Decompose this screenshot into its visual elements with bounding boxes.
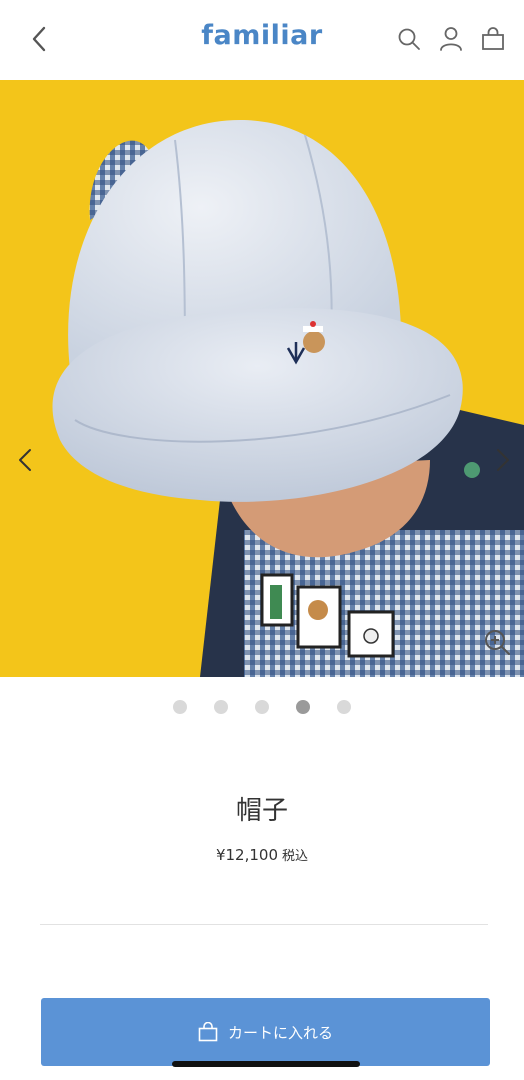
- cart-header-button[interactable]: [478, 24, 508, 54]
- divider: [40, 924, 488, 925]
- chevron-left-icon: [19, 449, 31, 471]
- header-actions: [394, 24, 508, 54]
- account-button[interactable]: [436, 24, 466, 54]
- pagination-dot[interactable]: [337, 700, 351, 714]
- pagination-dot[interactable]: [296, 700, 310, 714]
- zoom-in-icon: [485, 630, 510, 655]
- gallery-prev-button[interactable]: [10, 440, 40, 480]
- tax-label: 税込: [282, 849, 309, 864]
- product-photo: [0, 80, 524, 677]
- product-price: ¥12,100: [215, 846, 278, 864]
- home-indicator: [172, 1061, 360, 1067]
- add-to-cart-label: カートに入れる: [227, 1023, 333, 1042]
- app-header: familiar: [0, 0, 524, 80]
- search-button[interactable]: [394, 24, 424, 54]
- search-icon: [398, 28, 420, 50]
- zoom-button[interactable]: [480, 625, 514, 659]
- account-icon: [440, 27, 462, 51]
- gallery-next-button[interactable]: [488, 440, 518, 480]
- product-image-gallery[interactable]: [0, 80, 524, 677]
- bag-icon: [482, 27, 504, 50]
- pagination-dot[interactable]: [214, 700, 228, 714]
- product-title: 帽子: [235, 796, 288, 826]
- pagination-dot[interactable]: [173, 700, 187, 714]
- bag-icon: [198, 1022, 218, 1042]
- product-price-row: ¥12,100 税込: [0, 845, 524, 864]
- add-to-cart-button[interactable]: カートに入れる: [41, 998, 490, 1066]
- pagination-dot[interactable]: [255, 700, 269, 714]
- chevron-right-icon: [497, 449, 509, 471]
- gallery-pagination: [0, 700, 524, 714]
